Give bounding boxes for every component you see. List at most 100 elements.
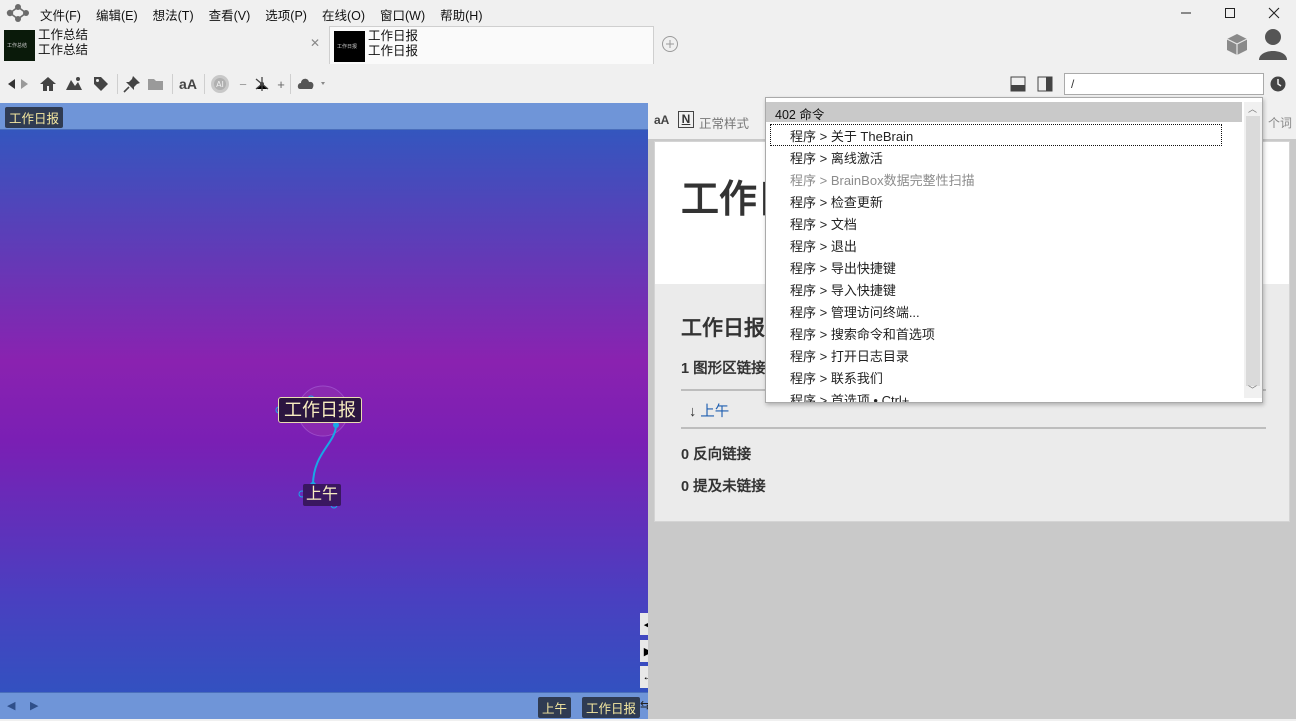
open-folder-button[interactable] xyxy=(146,74,166,94)
history-forward-icon[interactable]: ▶ xyxy=(30,699,38,712)
view-button[interactable] xyxy=(64,74,84,94)
command-item[interactable]: 程序 > 退出 xyxy=(766,234,1242,256)
minus-icon: − xyxy=(239,76,247,92)
toolbar-separator xyxy=(290,74,291,94)
command-item[interactable]: 程序 > 导出快捷键 xyxy=(766,256,1242,278)
tab-daily-report[interactable]: 工作日报 工作日报 工作日报 xyxy=(329,26,654,64)
menu-thought[interactable]: 想法(T) xyxy=(153,5,194,24)
tab-work-summary[interactable]: 工作总结 工作总结 工作总结 ✕ xyxy=(0,26,326,64)
command-item[interactable]: 程序 > BrainBox数据完整性扫描 xyxy=(766,168,1242,190)
paragraph-style-select[interactable]: 正常样式 xyxy=(699,113,749,132)
back-button[interactable] xyxy=(4,74,18,94)
plex-canvas[interactable]: 工作日报 工作日报 上午 ◀ ▶ ↔ ◀ ▶ 上午 工作日报 ⇆ xyxy=(0,103,648,719)
tab-thumbnail: 工作日报 xyxy=(334,31,365,62)
user-avatar-icon xyxy=(1259,29,1287,60)
pin-icon xyxy=(123,76,140,93)
minimize-icon xyxy=(1181,12,1191,14)
command-item[interactable]: 程序 > 打开日志目录 xyxy=(766,344,1242,366)
tab-title: 工作总结 工作总结 xyxy=(38,28,89,57)
command-item[interactable]: 程序 > 首选项 • Ctrl+, xyxy=(766,388,1242,402)
network-icon xyxy=(255,77,269,91)
toolbar-separator xyxy=(172,74,173,94)
history-button[interactable] xyxy=(1268,74,1288,94)
brain-tab-bar: 工作总结 工作总结 工作总结 ✕ 工作日报 工作日报 工作日报 xyxy=(0,26,1296,64)
menu-online[interactable]: 在线(O) xyxy=(322,5,365,24)
menu-window[interactable]: 窗口(W) xyxy=(380,5,425,24)
sync-cloud-button[interactable] xyxy=(296,74,330,94)
home-button[interactable] xyxy=(38,74,58,94)
layout-right-button[interactable] xyxy=(1035,74,1055,94)
menu-help[interactable]: 帮助(H) xyxy=(440,5,482,24)
panel-bottom-icon xyxy=(1010,76,1026,92)
scroll-down-icon[interactable]: ﹀ xyxy=(1248,383,1257,396)
word-count-label: 个词 xyxy=(1268,116,1293,130)
link-item[interactable]: ↓ 上午 xyxy=(689,400,729,421)
command-item[interactable]: 程序 > 关于 TheBrain xyxy=(770,124,1222,146)
menu-edit[interactable]: 编辑(E) xyxy=(96,5,138,24)
command-item[interactable]: 程序 > 联系我们 xyxy=(766,366,1242,388)
pin-button[interactable] xyxy=(122,74,142,94)
font-size-icon: aA xyxy=(179,76,197,92)
collapse-right-button[interactable]: ▶ xyxy=(640,640,648,662)
scroll-up-icon[interactable]: ︿ xyxy=(1248,102,1257,115)
toolbar-separator xyxy=(117,74,118,94)
note-subtitle: 工作日报 xyxy=(681,317,765,340)
layout-button[interactable] xyxy=(252,74,272,94)
popup-scrollbar[interactable]: ︿ ﹀ xyxy=(1244,102,1262,398)
command-item[interactable]: 程序 > 离线激活 xyxy=(766,146,1242,168)
panel-right-icon xyxy=(1037,76,1053,92)
command-list: 程序 > 关于 TheBrain 程序 > 离线激活 程序 > BrainBox… xyxy=(766,124,1242,402)
collapse-left-button[interactable]: ◀ xyxy=(640,613,648,635)
zoom-in-button[interactable]: + xyxy=(274,74,288,94)
tag-icon xyxy=(94,77,108,91)
new-tab-button[interactable] xyxy=(661,35,679,56)
divider xyxy=(681,427,1266,429)
folder-icon xyxy=(148,79,163,90)
brainbox-button[interactable] xyxy=(1224,31,1250,60)
ai-gear-icon: AI xyxy=(211,75,229,93)
landscape-icon xyxy=(66,77,82,90)
close-window-button[interactable] xyxy=(1252,2,1296,24)
search-input[interactable] xyxy=(1064,73,1264,95)
unlinked-mentions-count[interactable]: 0 提及未链接 xyxy=(681,475,766,496)
tab-thumbnail: 工作总结 xyxy=(4,30,35,61)
command-item[interactable]: 程序 > 文档 xyxy=(766,212,1242,234)
footer-crumb-morning[interactable]: 上午 xyxy=(538,697,572,718)
maximize-button[interactable] xyxy=(1208,2,1252,24)
font-size-button[interactable]: aA xyxy=(177,74,199,94)
normal-style-icon[interactable]: N xyxy=(678,111,694,128)
cloud-icon xyxy=(297,78,325,89)
child-thought-node[interactable]: 上午 xyxy=(303,484,342,506)
command-item[interactable]: 程序 > 搜索命令和首选项 xyxy=(766,322,1242,344)
close-icon xyxy=(1268,7,1280,19)
command-count-header: 402 命令 xyxy=(766,102,1242,122)
clock-icon xyxy=(1270,76,1286,92)
command-item[interactable]: 程序 > 导入快捷键 xyxy=(766,278,1242,300)
minimize-button[interactable] xyxy=(1164,2,1208,24)
forward-button[interactable] xyxy=(18,74,32,94)
notes-font-size-icon[interactable]: aA xyxy=(654,113,669,127)
user-account-button[interactable] xyxy=(1257,26,1289,65)
plus-icon: + xyxy=(277,76,285,92)
menu-options[interactable]: 选项(P) xyxy=(265,5,307,24)
central-thought-node[interactable]: 工作日报 xyxy=(278,397,362,423)
command-search-popup[interactable]: 402 命令 程序 > 关于 TheBrain 程序 > 离线激活 程序 > B… xyxy=(765,97,1263,403)
ai-button[interactable]: AI xyxy=(208,74,232,94)
menu-file[interactable]: 文件(F) xyxy=(40,5,81,24)
swap-icon[interactable]: ⇆ xyxy=(640,698,648,712)
backlinks-count[interactable]: 0 反向链接 xyxy=(681,443,751,464)
zoom-out-button[interactable]: − xyxy=(236,74,250,94)
link-item-label[interactable]: 上午 xyxy=(700,404,729,420)
history-back-icon[interactable]: ◀ xyxy=(7,699,15,712)
thebrain-logo-icon[interactable] xyxy=(4,3,30,23)
resize-split-button[interactable]: ↔ xyxy=(640,666,648,688)
home-icon xyxy=(40,77,56,91)
command-item[interactable]: 程序 > 管理访问终端... xyxy=(766,300,1242,322)
command-item[interactable]: 程序 > 检查更新 xyxy=(766,190,1242,212)
layout-bottom-button[interactable] xyxy=(1008,74,1028,94)
tags-button[interactable] xyxy=(91,74,111,94)
menu-view[interactable]: 查看(V) xyxy=(209,5,251,24)
scrollbar-thumb[interactable] xyxy=(1246,116,1260,386)
tab-close-icon[interactable]: ✕ xyxy=(310,36,320,50)
footer-crumb-daily-report[interactable]: 工作日报 xyxy=(582,697,641,718)
